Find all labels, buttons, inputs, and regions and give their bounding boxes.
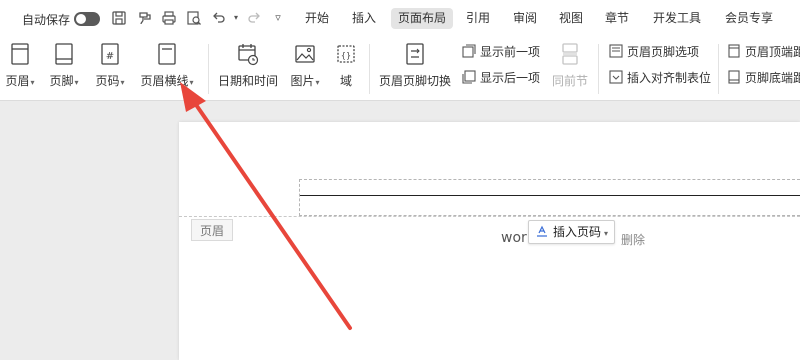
insert-align-tab-label: 插入对齐制表位: [627, 71, 712, 85]
redo-icon[interactable]: [246, 10, 262, 26]
tab-insert[interactable]: 插入: [345, 8, 383, 29]
page-number-button[interactable]: # 页码▾: [92, 42, 128, 89]
same-as-previous-icon: [562, 43, 578, 65]
same-as-previous-label: 同前节: [551, 74, 588, 88]
same-as-previous-button[interactable]: 同前节: [550, 42, 590, 89]
picture-icon: [295, 45, 315, 63]
show-next-button[interactable]: 显示后一项: [462, 69, 540, 87]
insert-page-number-button[interactable]: 插入页码 ▾: [528, 220, 616, 244]
footer-bottom-margin-label: 页脚底端距: [745, 71, 800, 85]
header-footer-options-icon: [609, 44, 623, 58]
header-button[interactable]: 页眉▾: [3, 42, 37, 89]
show-next-label: 显示后一项: [480, 71, 541, 85]
header-line-label: 页眉横线: [140, 74, 189, 88]
footer-bottom-margin-icon: [728, 70, 740, 84]
tab-references[interactable]: 引用: [459, 8, 497, 29]
date-time-button[interactable]: 日期和时间: [216, 42, 280, 89]
svg-text:#: #: [106, 51, 114, 62]
footer-bottom-margin-control[interactable]: 页脚底端距: [727, 69, 800, 87]
divider: [718, 44, 719, 94]
autosave-toggle[interactable]: [74, 12, 100, 26]
tab-view[interactable]: 视图: [552, 8, 590, 29]
document-text[interactable]: wor: [501, 230, 527, 246]
divider: [369, 44, 370, 94]
footer-icon: [55, 43, 73, 65]
divider: [208, 44, 209, 94]
undo-dropdown-icon[interactable]: ▾: [228, 10, 244, 26]
page-number-label: 页码: [95, 74, 120, 88]
more-icon[interactable]: ▿: [270, 10, 286, 26]
print-icon[interactable]: [161, 10, 177, 26]
picture-button[interactable]: 图片▾: [287, 42, 323, 89]
insert-page-number-label: 插入页码: [553, 225, 602, 239]
svg-text:{}: {}: [341, 51, 351, 60]
insert-page-number-icon: [537, 225, 547, 237]
date-time-label: 日期和时间: [217, 74, 278, 88]
print-preview-icon[interactable]: [186, 10, 202, 26]
align-tab-icon: [609, 70, 623, 84]
header-footer-options-label: 页眉页脚选项: [627, 45, 700, 59]
divider: [598, 44, 599, 94]
switch-header-footer-label: 页眉页脚切换: [378, 74, 451, 88]
header-boundary-line: [179, 216, 800, 217]
footer-label: 页脚: [49, 74, 74, 88]
ribbon: 页眉▾ 页脚▾ # 页码▾ 页眉横线▾ 日期和时间 图片▾ {} 域 页眉页脚切…: [0, 36, 800, 133]
header-edit-region[interactable]: [299, 179, 800, 216]
page-number-icon: #: [101, 43, 119, 65]
undo-icon[interactable]: [211, 10, 227, 26]
autosave-label: 自动保存: [22, 13, 71, 27]
document-page[interactable]: [179, 122, 800, 360]
footer-button[interactable]: 页脚▾: [46, 42, 82, 89]
show-next-icon: [462, 70, 476, 84]
save-icon[interactable]: [111, 10, 127, 26]
header-top-margin-control[interactable]: 页眉顶端距: [727, 43, 800, 61]
tab-section[interactable]: 章节: [598, 8, 636, 29]
header-horizontal-line: [300, 195, 800, 196]
switch-header-footer-icon: [406, 43, 424, 65]
header-line-button[interactable]: 页眉横线▾: [137, 42, 197, 89]
header-footer-options-button[interactable]: 页眉页脚选项: [609, 43, 699, 61]
field-icon: {}: [337, 45, 355, 63]
header-top-margin-icon: [728, 44, 740, 58]
delete-link[interactable]: 删除: [621, 231, 645, 248]
switch-header-footer-button[interactable]: 页眉页脚切换: [376, 42, 454, 89]
tab-review[interactable]: 审阅: [506, 8, 544, 29]
field-button[interactable]: {} 域: [333, 42, 359, 89]
header-line-icon: [158, 43, 176, 65]
header-top-margin-label: 页眉顶端距: [745, 45, 800, 59]
picture-label: 图片: [290, 74, 315, 88]
calendar-clock-icon: [238, 44, 259, 66]
tab-start[interactable]: 开始: [298, 8, 336, 29]
show-previous-label: 显示前一项: [480, 45, 541, 59]
header-label: 页眉: [5, 74, 30, 88]
tab-member[interactable]: 会员专享: [718, 8, 780, 29]
show-previous-icon: [462, 44, 476, 58]
header-tag: 页眉: [191, 219, 233, 241]
tab-page-layout[interactable]: 页面布局: [391, 8, 454, 29]
menu-bar: 自动保存 ▾ ▿ 开始 插入 页面布局 引用 审阅 视图 章节 开发工具 会员专…: [0, 0, 800, 36]
insert-align-tab-button[interactable]: 插入对齐制表位: [609, 69, 711, 87]
show-previous-button[interactable]: 显示前一项: [462, 43, 540, 61]
format-painter-icon[interactable]: [137, 10, 153, 26]
field-label: 域: [339, 74, 352, 88]
header-icon: [11, 43, 29, 65]
tab-developer[interactable]: 开发工具: [646, 8, 708, 29]
